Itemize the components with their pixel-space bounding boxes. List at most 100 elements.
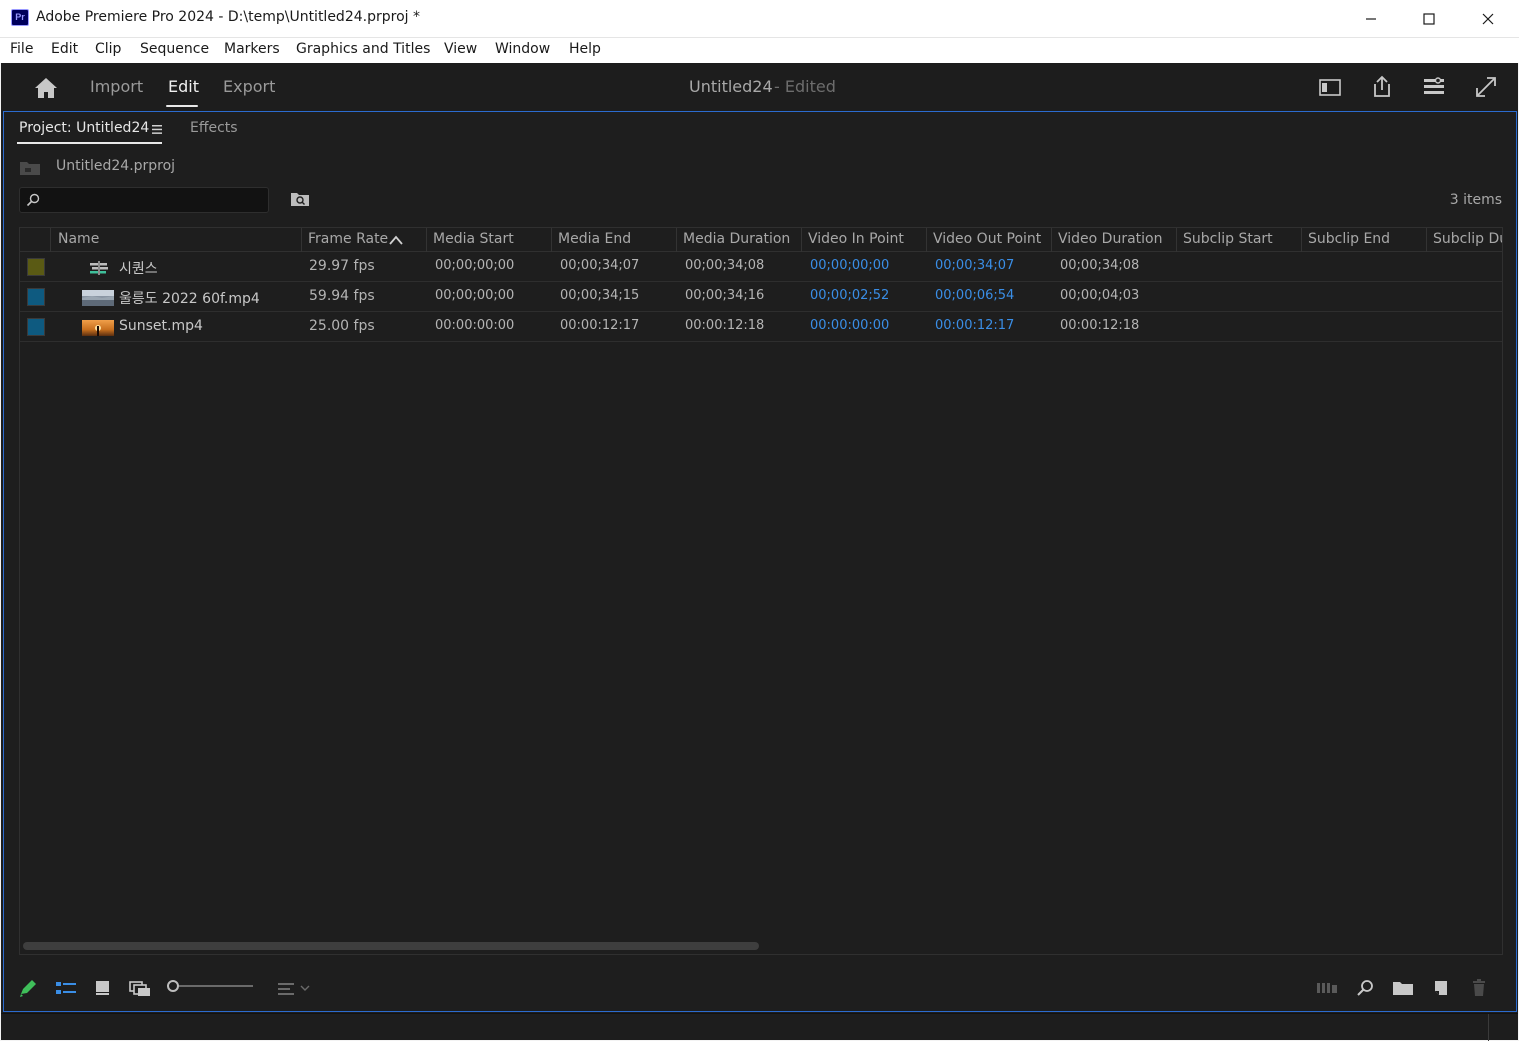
- zoom-slider[interactable]: [179, 985, 253, 987]
- close-button[interactable]: [1459, 0, 1517, 38]
- search-icon: [26, 193, 40, 207]
- column-header-video-out-point[interactable]: Video Out Point: [933, 231, 1041, 247]
- menu-graphics-and-titles[interactable]: Graphics and Titles: [296, 41, 430, 57]
- write-protect-pencil-icon[interactable]: [17, 978, 39, 998]
- minimize-button[interactable]: [1342, 0, 1400, 38]
- title-bar: Pr Adobe Premiere Pro 2024 - D:\temp\Unt…: [0, 0, 1519, 38]
- new-search-bin-icon[interactable]: [290, 190, 310, 208]
- cell-media-duration: 00:00:12:18: [685, 318, 765, 333]
- menu-window[interactable]: Window: [495, 41, 550, 57]
- menu-sequence[interactable]: Sequence: [140, 41, 209, 57]
- window-title: Adobe Premiere Pro 2024 - D:\temp\Untitl…: [36, 9, 420, 25]
- sort-ascending-icon: [389, 235, 403, 245]
- column-header-video-duration[interactable]: Video Duration: [1058, 231, 1162, 247]
- status-bar: [1, 1013, 1518, 1041]
- column-header-subclip-start[interactable]: Subclip Start: [1183, 231, 1273, 247]
- tab-project[interactable]: Project: Untitled24: [19, 120, 149, 136]
- clip-name[interactable]: 시퀀스: [119, 258, 158, 278]
- automate-to-sequence-icon[interactable]: [1316, 978, 1338, 998]
- horizontal-scrollbar[interactable]: [23, 942, 759, 950]
- document-title: Untitled24: [689, 77, 773, 96]
- maximize-button[interactable]: [1400, 0, 1458, 38]
- close-icon: [1482, 13, 1494, 25]
- column-header-name[interactable]: Name: [58, 231, 99, 247]
- quick-export-panel-icon[interactable]: [1317, 74, 1343, 100]
- column-header-media-duration[interactable]: Media Duration: [683, 231, 790, 247]
- icon-view-icon[interactable]: [92, 978, 114, 998]
- cell-media-duration: 00;00;34;16: [685, 288, 765, 303]
- project-list: Name Frame Rate Media Start Media End Me…: [19, 227, 1503, 955]
- clear-trash-icon[interactable]: [1468, 978, 1490, 998]
- project-panel: Project: Untitled24 Effects Untitled24.p…: [3, 111, 1517, 1012]
- active-tab-indicator: [166, 105, 198, 107]
- find-icon[interactable]: [1354, 978, 1376, 998]
- premiere-app-icon: Pr: [11, 9, 29, 26]
- new-item-icon[interactable]: [1430, 978, 1452, 998]
- panel-tab-indicator: [17, 142, 162, 144]
- cell-video-duration: 00;00;34;08: [1060, 258, 1140, 273]
- cell-media-start: 00;00;00;00: [435, 288, 515, 303]
- tab-effects[interactable]: Effects: [190, 120, 238, 136]
- freeform-view-icon[interactable]: [129, 978, 151, 998]
- column-header-media-end[interactable]: Media End: [558, 231, 631, 247]
- workspaces-icon[interactable]: [1421, 74, 1447, 100]
- table-row[interactable]: Sunset.mp4 25.00 fps 00:00:00:00 00:00:1…: [20, 312, 1502, 342]
- app-header: Import Edit Export Untitled24 - Edited: [1, 63, 1518, 111]
- table-row[interactable]: 시퀀스 29.97 fps 00;00;00;00 00;00;34;07 00…: [20, 252, 1502, 282]
- label-color-swatch[interactable]: [27, 258, 45, 276]
- menu-help[interactable]: Help: [569, 41, 601, 57]
- premiere-workspace: Import Edit Export Untitled24 - Edited P…: [1, 63, 1518, 1041]
- column-header-subclip-end[interactable]: Subclip End: [1308, 231, 1390, 247]
- panel-menu-icon[interactable]: [152, 125, 162, 134]
- fullscreen-icon[interactable]: [1473, 74, 1499, 100]
- cell-video-in-point[interactable]: 00:00:00:00: [810, 318, 889, 333]
- cell-media-start: 00:00:00:00: [435, 318, 515, 333]
- menu-view[interactable]: View: [444, 41, 477, 57]
- menu-clip[interactable]: Clip: [95, 41, 121, 57]
- search-input[interactable]: [19, 187, 269, 213]
- cell-media-end: 00;00;34;07: [560, 258, 640, 273]
- cell-frame-rate: 29.97 fps: [309, 258, 375, 274]
- cell-video-out-point[interactable]: 00;00;06;54: [935, 288, 1014, 303]
- menu-markers[interactable]: Markers: [224, 41, 280, 57]
- column-header-subclip-duration[interactable]: Subclip Du: [1433, 231, 1502, 247]
- item-count: 3 items: [1449, 192, 1502, 208]
- cell-media-start: 00;00;00;00: [435, 258, 515, 273]
- sort-icons-icon[interactable]: [277, 978, 311, 998]
- cell-video-duration: 00:00:12:18: [1060, 318, 1140, 333]
- menu-bar: File Edit Clip Sequence Markers Graphics…: [0, 38, 1519, 63]
- clip-name[interactable]: Sunset.mp4: [119, 318, 203, 334]
- minimize-icon: [1366, 18, 1376, 20]
- cell-media-end: 00;00;34;15: [560, 288, 640, 303]
- cell-video-out-point[interactable]: 00:00:12:17: [935, 318, 1014, 333]
- cell-video-in-point[interactable]: 00;00;00;00: [810, 258, 889, 273]
- cell-media-end: 00:00:12:17: [560, 318, 640, 333]
- column-header-frame-rate[interactable]: Frame Rate: [308, 231, 388, 247]
- clip-name[interactable]: 울릉도 2022 60f.mp4: [119, 288, 260, 308]
- label-color-swatch[interactable]: [27, 318, 45, 336]
- table-row[interactable]: 울릉도 2022 60f.mp4 59.94 fps 00;00;00;00 0…: [20, 282, 1502, 312]
- home-icon[interactable]: [33, 76, 59, 100]
- menu-file[interactable]: File: [10, 41, 33, 57]
- tab-edit[interactable]: Edit: [168, 77, 199, 96]
- maximize-icon: [1423, 13, 1435, 25]
- document-status: - Edited: [774, 77, 836, 96]
- new-bin-icon[interactable]: [1392, 978, 1414, 998]
- cell-video-out-point[interactable]: 00;00;34;07: [935, 258, 1014, 273]
- list-header: Name Frame Rate Media Start Media End Me…: [20, 228, 1502, 252]
- menu-edit[interactable]: Edit: [51, 41, 78, 57]
- sequence-icon: [90, 261, 108, 275]
- column-header-video-in-point[interactable]: Video In Point: [808, 231, 904, 247]
- tab-export[interactable]: Export: [223, 77, 275, 96]
- cell-frame-rate: 59.94 fps: [309, 288, 375, 304]
- cell-video-duration: 00;00;04;03: [1060, 288, 1140, 303]
- tab-import[interactable]: Import: [90, 77, 143, 96]
- share-icon[interactable]: [1369, 74, 1395, 100]
- label-color-swatch[interactable]: [27, 288, 45, 306]
- zoom-slider-handle[interactable]: [167, 980, 179, 992]
- list-view-icon[interactable]: [55, 978, 77, 998]
- cell-video-in-point[interactable]: 00;00;02;52: [810, 288, 889, 303]
- video-thumbnail-icon: [82, 290, 114, 306]
- column-header-media-start[interactable]: Media Start: [433, 231, 514, 247]
- project-folder-icon: [20, 162, 40, 175]
